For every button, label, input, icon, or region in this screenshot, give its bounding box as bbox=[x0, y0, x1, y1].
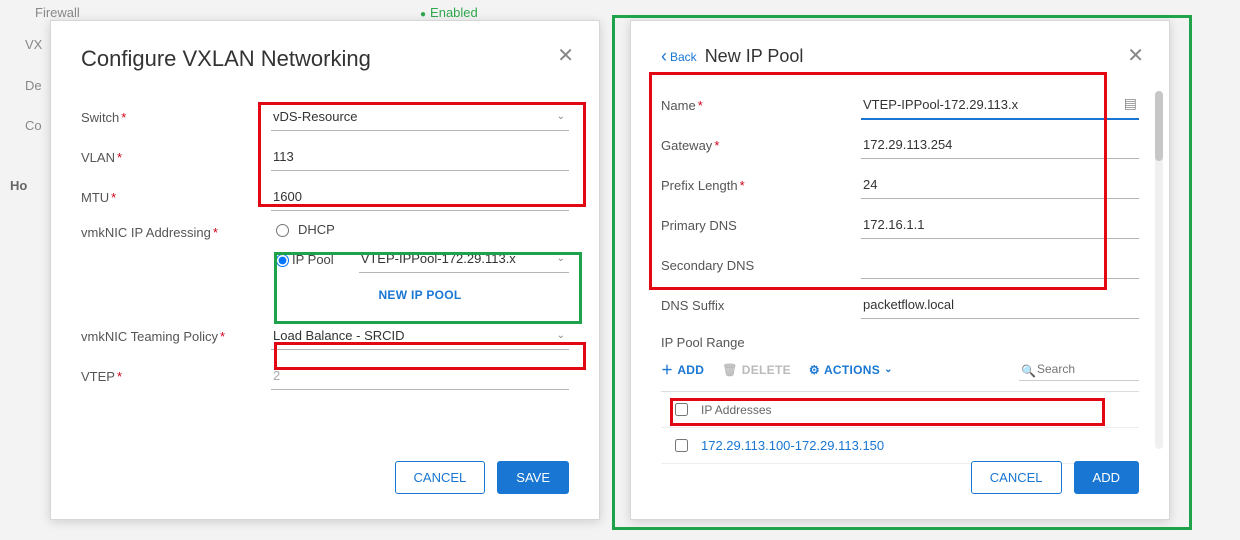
secondary-dns-input[interactable] bbox=[861, 251, 1139, 279]
select-all-checkbox[interactable] bbox=[675, 403, 688, 416]
mtu-input[interactable] bbox=[271, 183, 569, 211]
gateway-input[interactable] bbox=[861, 131, 1139, 159]
scroll-thumb[interactable] bbox=[1155, 91, 1163, 161]
ippool-radio[interactable] bbox=[276, 254, 289, 267]
bookmark-icon[interactable]: ▤ bbox=[1124, 95, 1137, 112]
close-icon[interactable]: ✕ bbox=[557, 43, 574, 68]
vxlan-modal-title: Configure VXLAN Networking bbox=[81, 46, 569, 72]
prefix-input[interactable] bbox=[861, 171, 1139, 199]
vxlan-config-modal: Configure VXLAN Networking ✕ Switch* ⌄ V… bbox=[50, 20, 600, 520]
label-ip-addressing: vmkNIC IP Addressing* bbox=[81, 221, 271, 240]
label-gateway: Gateway* bbox=[661, 138, 861, 153]
vlan-input[interactable] bbox=[271, 143, 569, 171]
vtep-input bbox=[271, 362, 569, 390]
label-name: Name* bbox=[661, 98, 861, 113]
dhcp-radio[interactable] bbox=[276, 224, 289, 237]
ip-pool-range-label: IP Pool Range bbox=[661, 335, 1139, 350]
table-row: 172.29.113.100-172.29.113.150 bbox=[661, 428, 1139, 464]
label-pdns: Primary DNS bbox=[661, 218, 861, 233]
teaming-select[interactable] bbox=[271, 322, 569, 350]
ip-range-grid: IP Addresses 172.29.113.100-172.29.113.1… bbox=[661, 391, 1139, 464]
label-teaming: vmkNIC Teaming Policy* bbox=[81, 329, 271, 344]
add-range-button[interactable]: ＋ADD bbox=[661, 361, 704, 378]
back-link[interactable]: Back bbox=[661, 46, 697, 67]
add-button[interactable]: ADD bbox=[1074, 461, 1139, 494]
label-mtu: MTU* bbox=[81, 190, 271, 205]
pool-range-toolbar: ＋ADD 🗑DELETE ⚙ACTIONS⌄ 🔍 bbox=[661, 358, 1139, 381]
ippool-select[interactable] bbox=[359, 245, 569, 273]
bg-vx-frag: VX bbox=[25, 37, 42, 52]
bg-de-frag: De bbox=[25, 78, 42, 93]
cancel-button[interactable]: CANCEL bbox=[395, 461, 486, 494]
breadcrumb: Back New IP Pool bbox=[661, 46, 1139, 67]
new-ip-pool-modal: ✕ Back New IP Pool Name* ▤ Gateway* Pref… bbox=[630, 20, 1170, 520]
switch-select[interactable] bbox=[271, 103, 569, 131]
new-ip-pool-title: New IP Pool bbox=[705, 46, 804, 67]
close-icon[interactable]: ✕ bbox=[1127, 43, 1144, 68]
dhcp-radio-label: DHCP bbox=[298, 222, 335, 237]
label-vlan: VLAN* bbox=[81, 150, 271, 165]
label-vtep: VTEP* bbox=[81, 369, 271, 384]
plus-icon: ＋ bbox=[661, 361, 673, 378]
label-switch: Switch* bbox=[81, 110, 271, 125]
new-ip-pool-link[interactable]: NEW IP POOL bbox=[378, 288, 461, 302]
bg-co-frag: Co bbox=[25, 118, 42, 133]
scrollbar[interactable] bbox=[1155, 91, 1163, 449]
chevron-down-icon: ⌄ bbox=[884, 364, 893, 375]
label-prefix: Prefix Length* bbox=[661, 178, 861, 193]
cancel-button[interactable]: CANCEL bbox=[971, 461, 1062, 494]
row-checkbox[interactable] bbox=[675, 439, 688, 452]
gear-icon: ⚙ bbox=[809, 363, 820, 377]
label-sdns: Secondary DNS bbox=[661, 258, 861, 273]
save-button[interactable]: SAVE bbox=[497, 461, 569, 494]
primary-dns-input[interactable] bbox=[861, 211, 1139, 239]
name-input[interactable] bbox=[861, 91, 1139, 120]
bg-firewall-label: Firewall bbox=[35, 5, 80, 20]
bg-ho-frag: Ho bbox=[10, 178, 27, 193]
actions-dropdown[interactable]: ⚙ACTIONS⌄ bbox=[809, 363, 893, 377]
trash-icon: 🗑 bbox=[722, 363, 738, 377]
grid-header-ip: IP Addresses bbox=[701, 403, 1139, 417]
ip-range-link[interactable]: 172.29.113.100-172.29.113.150 bbox=[701, 438, 1139, 453]
dns-suffix-input[interactable] bbox=[861, 291, 1139, 319]
delete-range-button: 🗑DELETE bbox=[722, 363, 791, 377]
search-icon: 🔍 bbox=[1021, 364, 1036, 378]
bg-firewall-status: Enabled bbox=[420, 5, 478, 20]
search-input[interactable] bbox=[1019, 358, 1139, 381]
label-suffix: DNS Suffix bbox=[661, 298, 861, 313]
ippool-radio-label: IP Pool bbox=[292, 252, 334, 267]
